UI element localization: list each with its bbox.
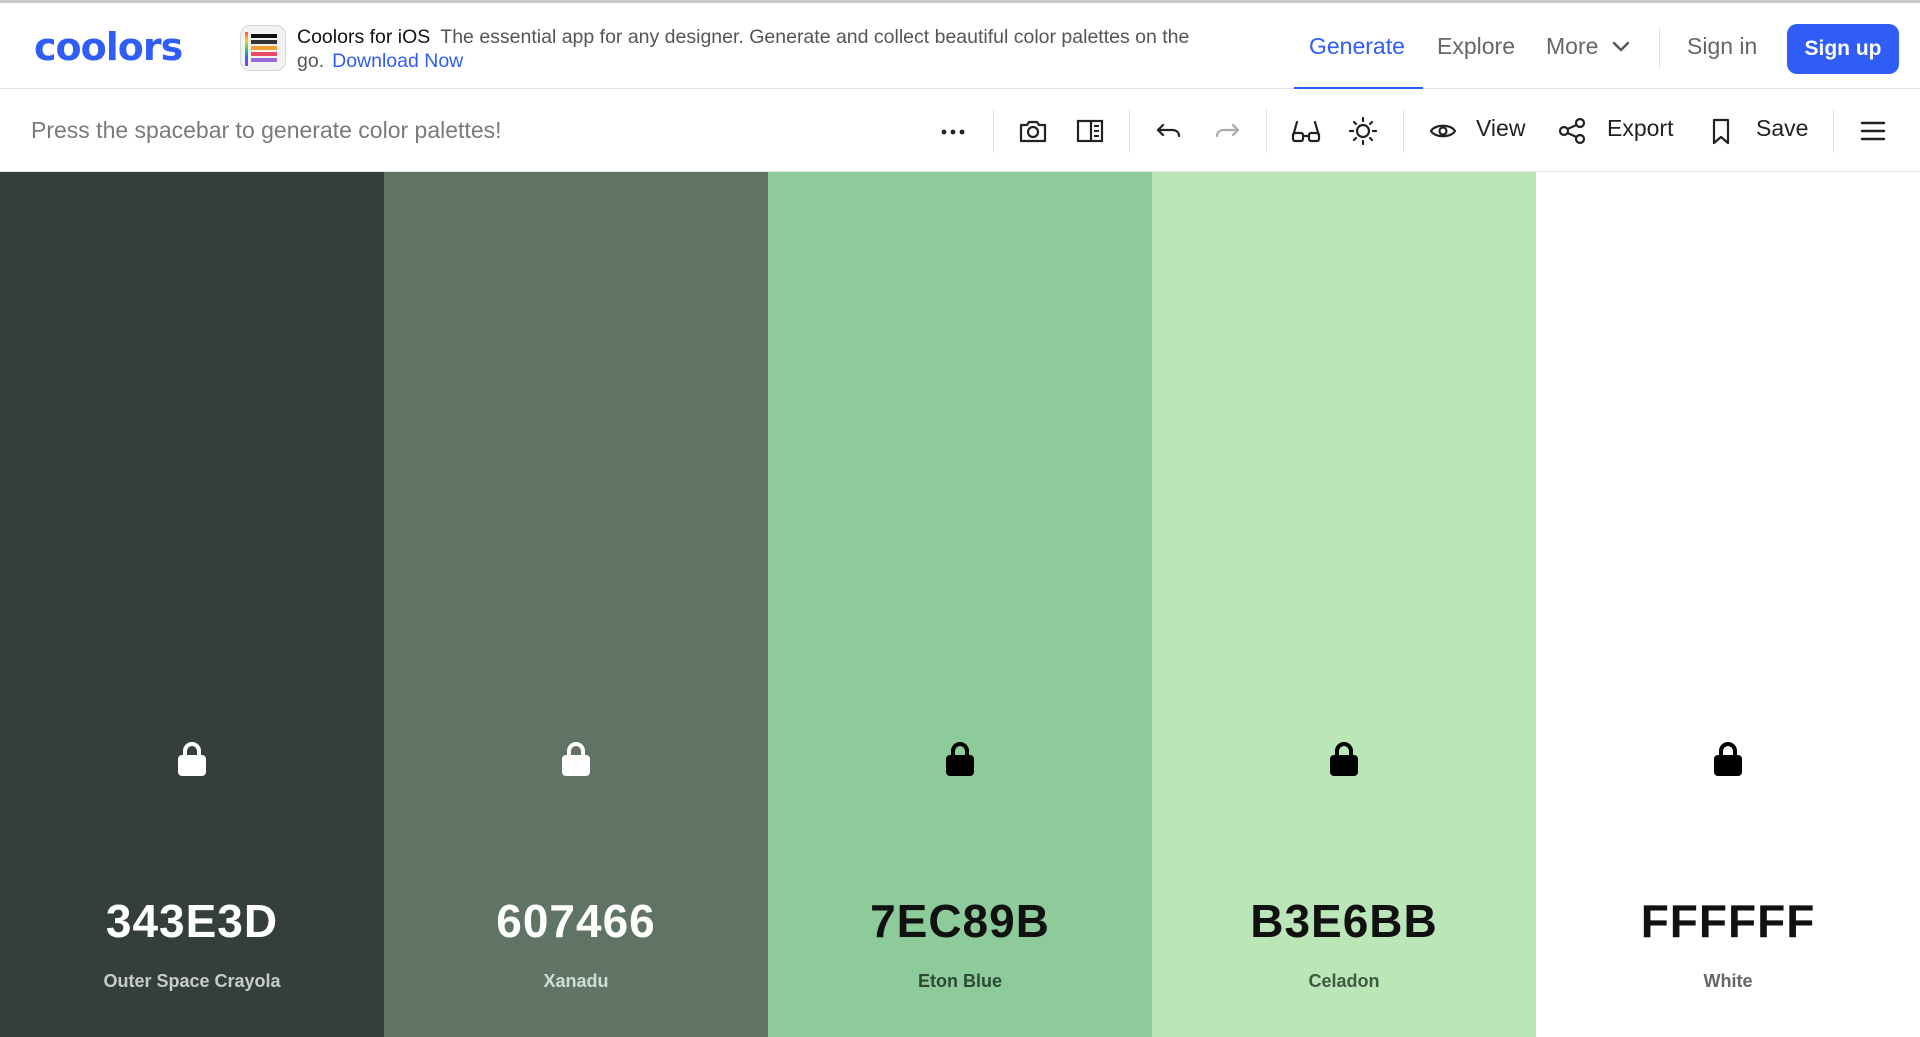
nav-generate[interactable]: Generate	[1309, 3, 1405, 89]
bookmark-icon[interactable]	[1705, 115, 1737, 147]
export-button[interactable]: Export	[1607, 115, 1673, 142]
hex-code[interactable]: 607466	[384, 894, 768, 948]
view-button[interactable]: View	[1476, 115, 1525, 142]
share-icon[interactable]	[1556, 115, 1588, 147]
brightness-icon[interactable]	[1347, 115, 1379, 147]
lock-icon[interactable]	[560, 740, 592, 778]
hex-code[interactable]: B3E6BB	[1152, 894, 1536, 948]
sign-in-link[interactable]: Sign in	[1687, 3, 1757, 89]
side-panel-icon[interactable]	[1074, 115, 1106, 147]
toolbar-divider	[993, 109, 994, 153]
lock-icon[interactable]	[176, 740, 208, 778]
redo-icon[interactable]	[1211, 115, 1243, 147]
nav-more-label: More	[1546, 32, 1599, 59]
toolbar-divider	[1266, 109, 1267, 153]
top-navbar: coolors Coolors for iOS The essential app…	[0, 0, 1920, 90]
chevron-down-icon	[1613, 41, 1630, 52]
color-palette: 343E3D Outer Space Crayola 607466 Xanadu…	[0, 172, 1920, 1037]
color-swatch[interactable]: B3E6BB Celadon	[1152, 172, 1536, 1037]
color-name[interactable]: Xanadu	[384, 971, 768, 992]
hex-code[interactable]: FFFFFF	[1536, 894, 1920, 948]
ios-app-icon[interactable]	[240, 25, 286, 71]
color-name[interactable]: White	[1536, 971, 1920, 992]
promo-title: Coolors for iOS	[297, 26, 431, 48]
coolors-logo[interactable]: coolors	[34, 25, 183, 69]
hex-code[interactable]: 343E3D	[0, 894, 384, 948]
glasses-icon[interactable]	[1290, 115, 1322, 147]
color-swatch[interactable]: 343E3D Outer Space Crayola	[0, 172, 384, 1037]
nav-explore[interactable]: Explore	[1437, 3, 1515, 89]
undo-icon[interactable]	[1153, 115, 1185, 147]
hex-code[interactable]: 7EC89B	[768, 894, 1152, 948]
nav-divider	[1659, 27, 1660, 69]
spacebar-hint: Press the spacebar to generate color pal…	[31, 117, 502, 143]
color-swatch[interactable]: 7EC89B Eton Blue	[768, 172, 1152, 1037]
download-now-link[interactable]: Download Now	[332, 50, 463, 72]
lock-icon[interactable]	[1328, 740, 1360, 778]
palette-toolbar: Press the spacebar to generate color pal…	[0, 89, 1920, 172]
nav-more[interactable]: More	[1546, 3, 1632, 89]
toolbar-divider	[1403, 109, 1404, 153]
ios-promo-banner: Coolors for iOS The essential app for any…	[297, 25, 1257, 73]
toolbar-divider	[1129, 109, 1130, 153]
toolbar-divider	[1833, 109, 1834, 153]
menu-icon[interactable]	[1857, 115, 1889, 147]
color-name[interactable]: Eton Blue	[768, 971, 1152, 992]
eye-icon[interactable]	[1427, 115, 1459, 147]
more-options-icon[interactable]	[937, 115, 969, 147]
save-button[interactable]: Save	[1756, 115, 1808, 142]
lock-icon[interactable]	[944, 740, 976, 778]
camera-icon[interactable]	[1017, 115, 1049, 147]
lock-icon[interactable]	[1712, 740, 1744, 778]
color-swatch[interactable]: 607466 Xanadu	[384, 172, 768, 1037]
sign-up-button[interactable]: Sign up	[1787, 24, 1899, 74]
color-name[interactable]: Outer Space Crayola	[0, 971, 384, 992]
color-swatch[interactable]: FFFFFF White	[1536, 172, 1920, 1037]
color-name[interactable]: Celadon	[1152, 971, 1536, 992]
